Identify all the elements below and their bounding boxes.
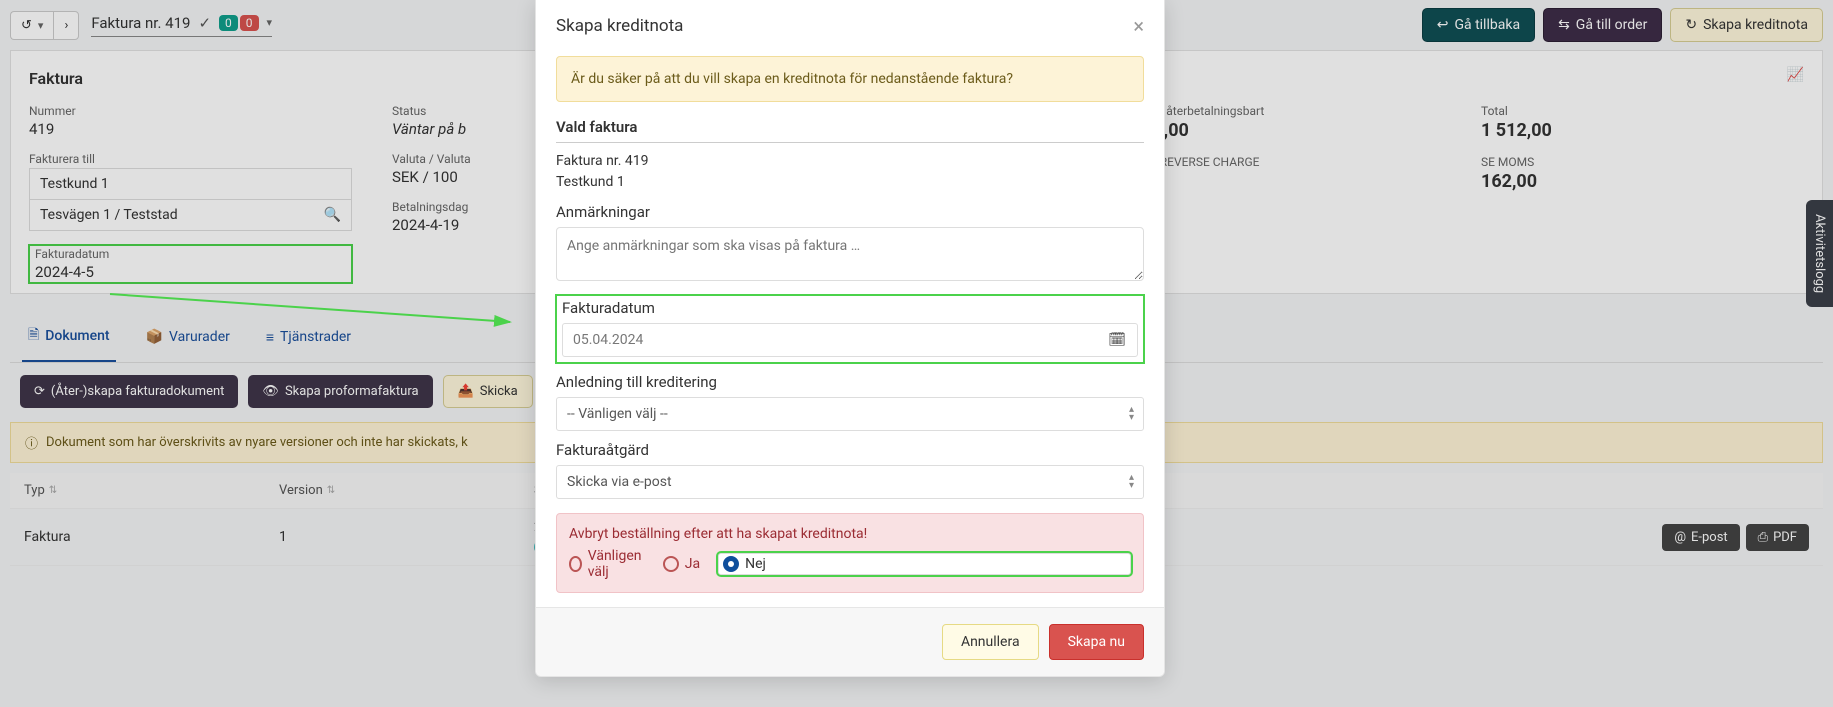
cancel-order-box: Avbryt beställning efter att ha skapat k… (556, 513, 1144, 593)
modal-footer: Annullera Skapa nu (536, 607, 1164, 676)
invoice-date-modal-label: Fakturadatum (562, 299, 1138, 317)
credit-reason-select[interactable]: -- Vänligen välj -- (556, 397, 1144, 431)
radio-icon (663, 556, 679, 572)
chosen-invoice-heading: Vald faktura (556, 118, 1144, 143)
radio-icon (723, 556, 739, 572)
modal-title: Skapa kreditnota (556, 16, 683, 36)
radio-yes[interactable]: Ja (663, 556, 700, 572)
credit-reason-label: Anledning till kreditering (556, 373, 1144, 391)
chosen-invoice-line1: Faktura nr. 419 (556, 151, 1144, 172)
radio-please-label: Vänligen välj (588, 548, 645, 580)
create-creditnote-modal: Skapa kreditnota × Är du säker på att du… (535, 0, 1165, 677)
radio-no[interactable]: Nej (718, 553, 1131, 575)
invoice-date-input[interactable]: 05.04.2024 (562, 323, 1138, 357)
radio-no-label: Nej (745, 556, 766, 572)
invoice-action-value: Skicka via e-post (567, 474, 672, 490)
cancel-button[interactable]: Annullera (942, 624, 1039, 660)
modal-body: Är du säker på att du vill skapa en kred… (536, 52, 1164, 607)
close-button[interactable]: × (1133, 14, 1144, 38)
invoice-action-label: Fakturaåtgärd (556, 441, 1144, 459)
remarks-textarea[interactable] (556, 227, 1144, 281)
confirm-alert: Är du säker på att du vill skapa en kred… (556, 56, 1144, 102)
cancel-order-question: Avbryt beställning efter att ha skapat k… (569, 526, 1131, 542)
invoice-date-input-value: 05.04.2024 (573, 332, 643, 348)
remarks-label: Anmärkningar (556, 203, 1144, 221)
radio-yes-label: Ja (685, 556, 700, 572)
radio-please-choose[interactable]: Vänligen välj (569, 548, 645, 580)
cancel-order-radios: Vänligen välj Ja Nej (569, 548, 1131, 580)
chosen-invoice-line2: Testkund 1 (556, 172, 1144, 193)
modal-header: Skapa kreditnota × (536, 0, 1164, 52)
credit-reason-value: -- Vänligen välj -- (567, 406, 668, 422)
invoice-action-select[interactable]: Skicka via e-post (556, 465, 1144, 499)
create-now-button[interactable]: Skapa nu (1049, 624, 1144, 660)
radio-icon (569, 556, 582, 572)
